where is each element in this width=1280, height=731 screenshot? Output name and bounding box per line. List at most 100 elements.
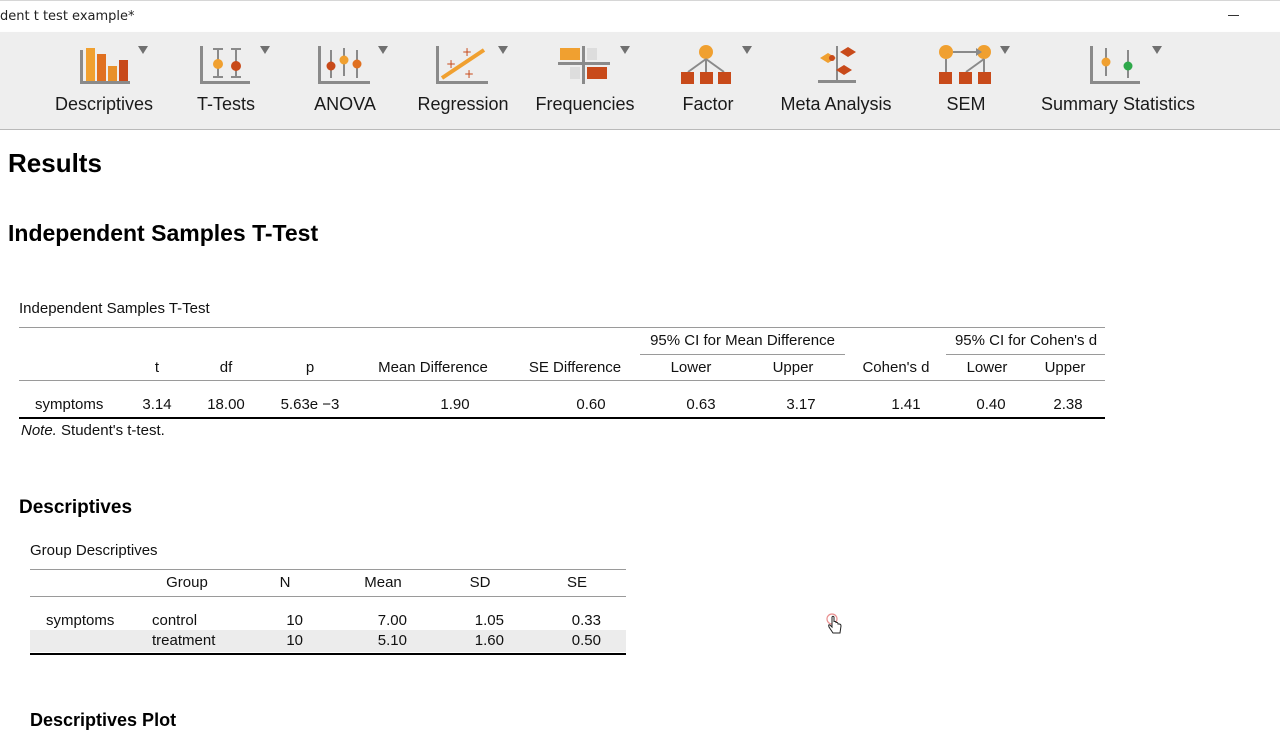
analysis-ribbon: Descriptives T-Tests ANOVA + + + Regress… bbox=[0, 32, 1280, 130]
ribbon-label: SEM bbox=[946, 94, 986, 114]
table-bottom-rule bbox=[19, 417, 1105, 419]
sem-icon bbox=[939, 45, 991, 84]
table-note: Note. Student's t-test. bbox=[21, 422, 165, 439]
header-p: p bbox=[305, 359, 315, 376]
window-title: dent t test example* bbox=[0, 9, 135, 24]
results-title: Results bbox=[8, 148, 102, 178]
header-sd: SD bbox=[469, 574, 491, 591]
meta-analysis-icon bbox=[818, 46, 856, 83]
ribbon-label: Summary Statistics bbox=[1040, 94, 1196, 114]
header-rule bbox=[19, 380, 1105, 381]
svg-text:+: + bbox=[464, 67, 474, 81]
ribbon-button-regression[interactable]: + + + Regression bbox=[414, 32, 512, 129]
table-caption: Independent Samples T-Test bbox=[19, 300, 210, 317]
header-mean-difference: Mean Difference bbox=[378, 359, 488, 376]
row-group: treatment bbox=[152, 632, 216, 649]
header-rule bbox=[30, 596, 626, 597]
ribbon-button-factor[interactable]: Factor bbox=[672, 32, 752, 129]
header-ci-mean-lower: Lower bbox=[670, 359, 712, 376]
value-t: 3.14 bbox=[142, 396, 172, 413]
table-bottom-rule bbox=[30, 653, 626, 655]
descriptives-dropdown-icon[interactable] bbox=[138, 46, 148, 54]
ribbon-label: Descriptives bbox=[54, 94, 154, 114]
table-top-rule bbox=[30, 569, 626, 570]
ci-mean-group-header: 95% CI for Mean Difference bbox=[650, 332, 835, 349]
ribbon-button-sem[interactable]: SEM bbox=[930, 32, 1012, 129]
summary-statistics-icon bbox=[1090, 46, 1140, 84]
ribbon-label: Regression bbox=[417, 94, 509, 114]
value-ci-mean-lower: 0.63 bbox=[686, 396, 716, 413]
header-se: SE bbox=[566, 574, 587, 591]
value-ci-mean-upper: 3.17 bbox=[786, 396, 816, 413]
row-n: 10 bbox=[286, 632, 303, 649]
header-se-difference: SE Difference bbox=[528, 359, 622, 376]
note-text: Student's t-test. bbox=[56, 422, 165, 439]
title-bar: dent t test example* bbox=[0, 0, 1280, 33]
ribbon-label: T-Tests bbox=[196, 94, 255, 114]
row-variable: symptoms bbox=[35, 396, 104, 413]
value-ci-d-lower: 0.40 bbox=[976, 396, 1006, 413]
ribbon-label: Meta Analysis bbox=[780, 94, 892, 114]
results-panel: Results Independent Samples T-Test Indep… bbox=[0, 130, 1280, 730]
anova-dropdown-icon[interactable] bbox=[378, 46, 388, 54]
factor-icon bbox=[681, 45, 731, 84]
value-ci-d-upper: 2.38 bbox=[1053, 396, 1083, 413]
descriptives-plot-title[interactable]: Descriptives Plot bbox=[30, 710, 176, 731]
table-top-rule bbox=[19, 327, 1105, 328]
row-sd: 1.60 bbox=[474, 632, 504, 649]
descriptives-title[interactable]: Descriptives bbox=[19, 497, 132, 519]
value-se-difference: 0.60 bbox=[576, 396, 606, 413]
sem-dropdown-icon[interactable] bbox=[1000, 46, 1010, 54]
svg-text:+: + bbox=[446, 57, 456, 71]
regression-dropdown-icon[interactable] bbox=[498, 46, 508, 54]
note-label: Note. bbox=[21, 422, 57, 439]
summary-statistics-dropdown-icon[interactable] bbox=[1152, 46, 1162, 54]
analysis-title[interactable]: Independent Samples T-Test bbox=[8, 220, 318, 247]
ribbon-button-anova[interactable]: ANOVA bbox=[308, 32, 388, 129]
row-variable: symptoms bbox=[46, 612, 115, 629]
header-mean: Mean bbox=[364, 574, 402, 591]
header-ci-d-upper: Upper bbox=[1044, 359, 1086, 376]
frequencies-dropdown-icon[interactable] bbox=[620, 46, 630, 54]
ribbon-button-meta-analysis[interactable]: Meta Analysis bbox=[776, 32, 896, 129]
ribbon-button-frequencies[interactable]: Frequencies bbox=[532, 32, 638, 129]
row-mean: 5.10 bbox=[377, 632, 407, 649]
t-tests-icon bbox=[200, 46, 250, 84]
table-caption: Group Descriptives bbox=[30, 542, 158, 559]
ribbon-label: Frequencies bbox=[535, 94, 635, 114]
factor-dropdown-icon[interactable] bbox=[742, 46, 752, 54]
row-sd: 1.05 bbox=[474, 612, 504, 629]
row-group: control bbox=[152, 612, 198, 629]
header-ci-d-lower: Lower bbox=[966, 359, 1008, 376]
value-df: 18.00 bbox=[207, 396, 245, 413]
value-cohens-d: 1.41 bbox=[891, 396, 921, 413]
header-cohens-d: Cohen's d bbox=[862, 359, 930, 376]
ribbon-button-t-tests[interactable]: T-Tests bbox=[190, 32, 270, 129]
ribbon-button-descriptives[interactable]: Descriptives bbox=[50, 32, 158, 129]
ci-mean-group-rule bbox=[640, 354, 845, 355]
row-se: 0.33 bbox=[571, 612, 601, 629]
ribbon-label: ANOVA bbox=[314, 94, 376, 114]
frequencies-icon bbox=[558, 46, 610, 84]
svg-text:+: + bbox=[462, 45, 472, 59]
row-n: 10 bbox=[286, 612, 303, 629]
row-mean: 7.00 bbox=[377, 612, 407, 629]
ribbon-button-summary-statistics[interactable]: Summary Statistics bbox=[1034, 32, 1202, 129]
header-group: Group bbox=[166, 574, 208, 591]
value-mean-difference: 1.90 bbox=[440, 396, 470, 413]
ci-d-group-rule bbox=[946, 354, 1105, 355]
descriptives-icon bbox=[80, 48, 130, 84]
hand-cursor-icon bbox=[826, 613, 842, 634]
header-df: df bbox=[219, 359, 233, 376]
value-p: 5.63e −3 bbox=[280, 396, 340, 413]
header-n: N bbox=[279, 574, 291, 591]
minimize-button[interactable] bbox=[1228, 15, 1239, 16]
header-ci-mean-upper: Upper bbox=[772, 359, 814, 376]
row-se: 0.50 bbox=[571, 632, 601, 649]
ci-d-group-header: 95% CI for Cohen's d bbox=[954, 332, 1098, 349]
t-tests-dropdown-icon[interactable] bbox=[260, 46, 270, 54]
anova-icon bbox=[318, 46, 370, 84]
regression-icon: + + + bbox=[436, 45, 488, 84]
header-t: t bbox=[154, 359, 160, 376]
ribbon-label: Factor bbox=[682, 94, 734, 114]
